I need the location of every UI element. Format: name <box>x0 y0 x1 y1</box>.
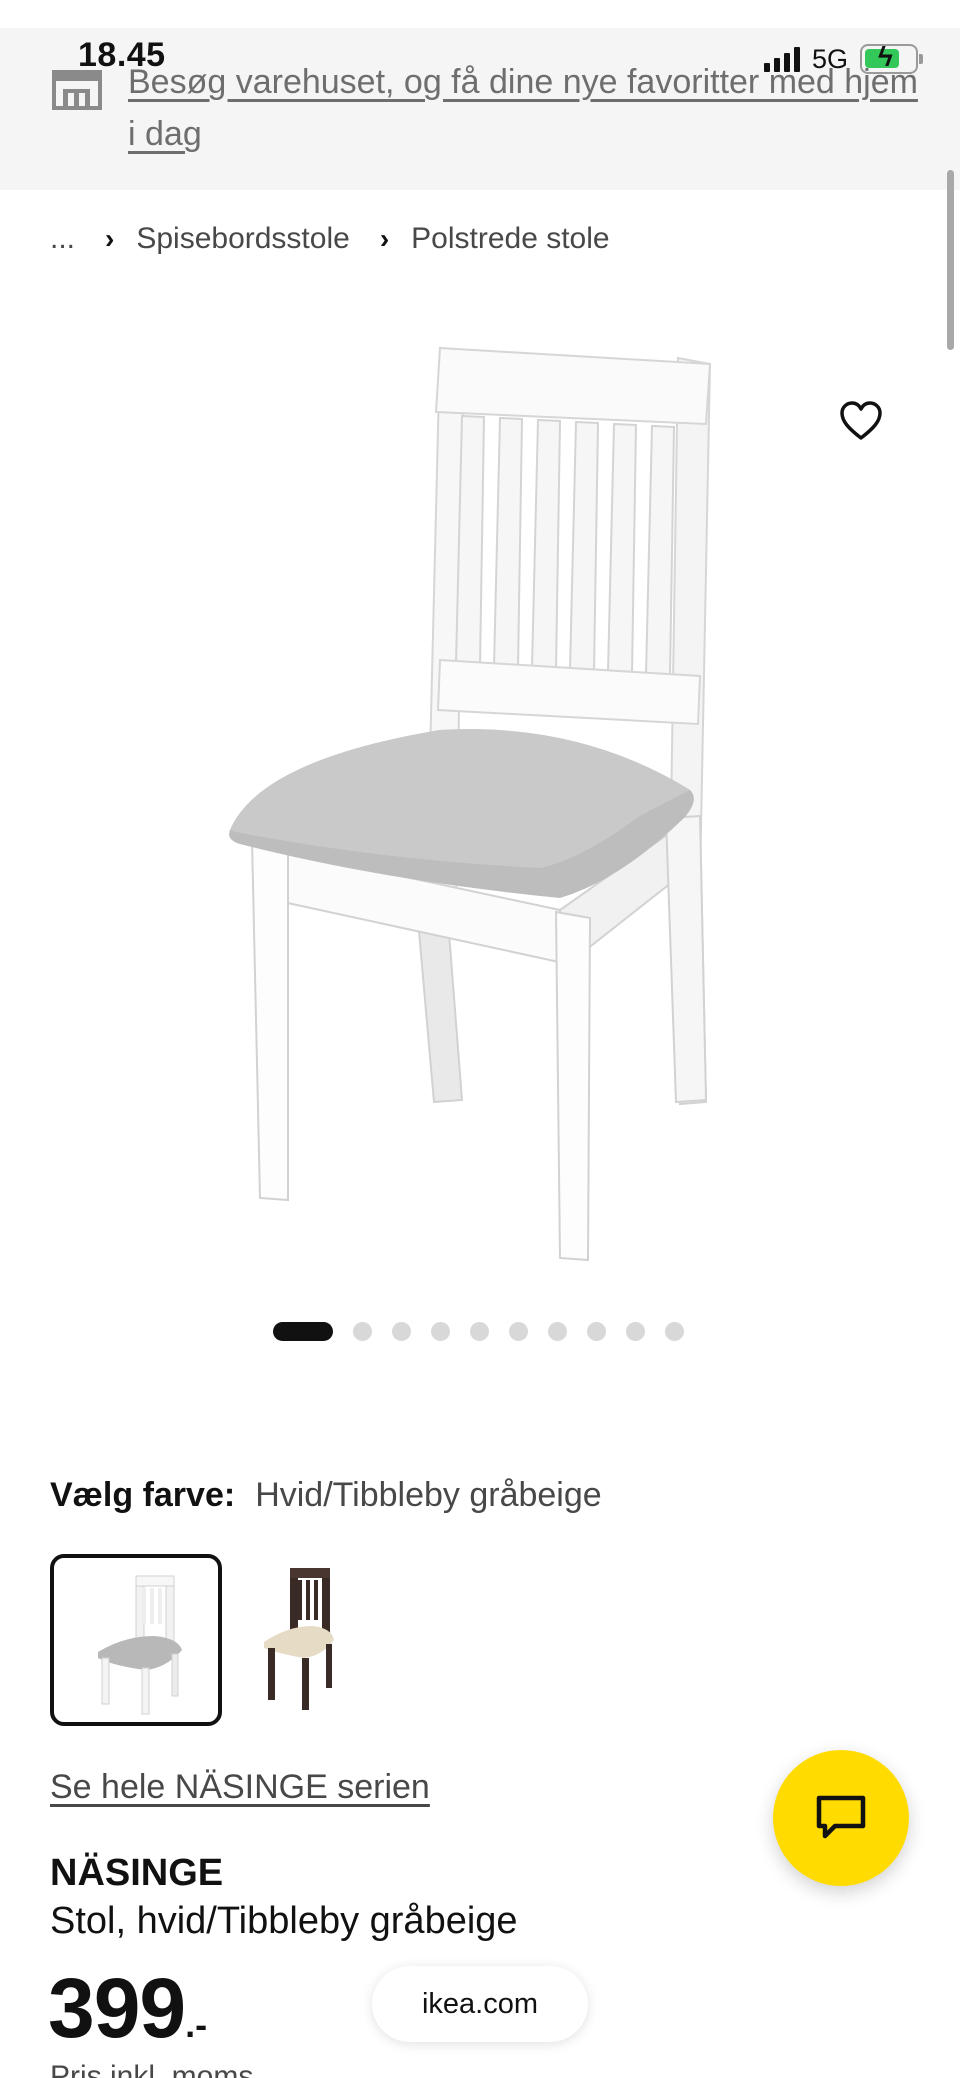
brown-chair-thumbnail <box>264 1568 334 1710</box>
chevron-right-icon: › <box>379 223 390 254</box>
color-swatch-brown-beige[interactable] <box>240 1554 412 1726</box>
gallery-dot[interactable] <box>548 1322 567 1341</box>
heart-icon[interactable] <box>838 398 884 444</box>
gallery-dot[interactable] <box>470 1322 489 1341</box>
gallery-dot[interactable] <box>665 1322 684 1341</box>
gallery-dot[interactable] <box>626 1322 645 1341</box>
gallery-dot[interactable] <box>587 1322 606 1341</box>
chat-icon <box>816 1795 866 1839</box>
price-note: Pris inkl. moms <box>50 2060 254 2078</box>
product-description: Stol, hvid/Tibbleby gråbeige <box>50 1900 518 1942</box>
chevron-right-icon: › <box>105 223 115 254</box>
color-selected-value: Hvid/Tibbleby gråbeige <box>255 1476 602 1514</box>
browser-url: ikea.com <box>421 1987 539 2020</box>
color-picker-header: Vælg farve: Hvid/Tibbleby gråbeige <box>50 1476 602 1515</box>
gallery-dot[interactable] <box>431 1322 450 1341</box>
status-time: 18.45 <box>78 36 166 74</box>
gallery-dot[interactable] <box>353 1322 372 1341</box>
breadcrumb-item-spisebordsstole[interactable]: Spisebordsstole <box>136 222 349 256</box>
product-name: NÄSINGE <box>50 1852 224 1894</box>
network-type: 5G <box>811 43 848 74</box>
series-link[interactable]: Se hele NÄSINGE serien <box>50 1768 430 1807</box>
browser-url-pill[interactable]: ikea.com <box>372 1966 588 2042</box>
price-suffix: .- <box>185 2004 208 2045</box>
color-swatch-white-grey[interactable] <box>50 1554 222 1726</box>
status-indicators: 5G ϟ <box>763 42 923 74</box>
gallery-pagination <box>273 1322 684 1341</box>
breadcrumb: ... › Spisebordsstole › Polstrede stole <box>50 222 610 256</box>
gallery-dot-active[interactable] <box>273 1322 333 1341</box>
breadcrumb-item-more[interactable]: ... <box>50 222 75 256</box>
price-value: 399 <box>48 1961 186 2055</box>
product-price: 399.- <box>48 1960 207 2057</box>
gallery-dot[interactable] <box>392 1322 411 1341</box>
chat-button[interactable] <box>773 1750 909 1886</box>
breadcrumb-item-polstrede-stole[interactable]: Polstrede stole <box>411 222 609 256</box>
battery-icon: ϟ <box>860 42 923 74</box>
gallery-dot[interactable] <box>509 1322 528 1341</box>
color-label: Vælg farve: <box>50 1476 236 1514</box>
product-image[interactable] <box>200 320 960 1310</box>
cellular-signal-icon <box>763 46 800 72</box>
white-chair-thumbnail <box>98 1575 182 1715</box>
